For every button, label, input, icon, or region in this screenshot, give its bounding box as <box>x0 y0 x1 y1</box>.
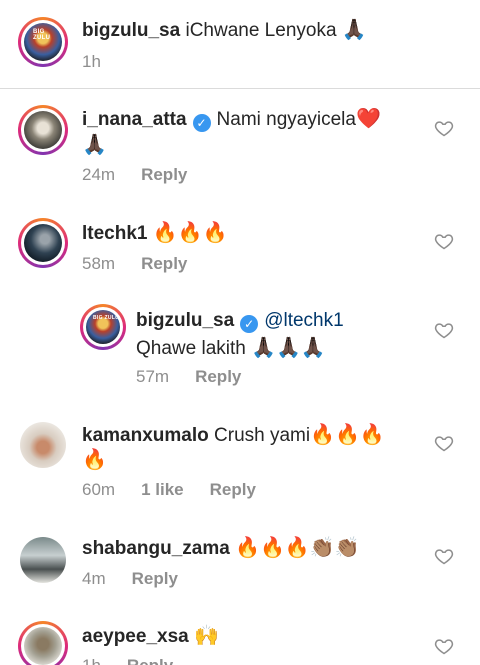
comment-row: aeypee_xsa 🙌 1h Reply <box>0 610 480 665</box>
username-link[interactable]: i_nana_atta <box>82 109 187 130</box>
username-link[interactable]: ltechk1 <box>82 223 147 244</box>
username-link[interactable]: kamanxumalo <box>82 425 209 446</box>
post-caption: BIG ZULU bigzulu_sa iChwane Lenyoka 🙏🏿 1… <box>0 0 480 89</box>
heart-outline-icon[interactable] <box>434 320 454 340</box>
comment-text: Nami ngyayicela <box>216 109 356 130</box>
username-link[interactable]: bigzulu_sa <box>136 310 234 331</box>
timestamp: 4m <box>82 569 106 588</box>
comment-emoji: 🙏🏿 <box>82 132 107 156</box>
reply-button[interactable]: Reply <box>141 165 187 185</box>
heart-outline-icon[interactable] <box>434 231 454 251</box>
comment-text: Crush yami <box>214 425 311 446</box>
timestamp: 57m <box>136 367 170 386</box>
avatar[interactable]: BIG ZULU <box>18 17 68 67</box>
verified-badge-icon: ✓ <box>192 114 211 132</box>
timestamp: 60m <box>82 480 116 499</box>
comment-emoji: 🙌 <box>194 623 219 647</box>
avatar[interactable] <box>18 105 68 155</box>
username-link[interactable]: aeypee_xsa <box>82 626 189 647</box>
timestamp: 58m <box>82 254 116 273</box>
verified-badge-icon: ✓ <box>240 315 259 333</box>
avatar[interactable] <box>18 218 68 268</box>
reply-button[interactable]: Reply <box>141 254 187 274</box>
comment-emoji: 🔥🔥🔥 <box>152 220 228 244</box>
timestamp: 24m <box>82 165 116 184</box>
comment-row: i_nana_atta ✓ Nami ngyayicela❤️ 🙏🏿 24m Repl… <box>0 88 480 198</box>
avatar[interactable] <box>18 535 68 585</box>
avatar[interactable] <box>18 420 68 470</box>
comment-emoji: 🔥 <box>82 447 107 471</box>
comment-emoji: 🙏🏿🙏🏿🙏🏿 <box>251 335 326 359</box>
timestamp: 1h <box>82 656 101 665</box>
heart-outline-icon[interactable] <box>434 433 454 453</box>
username-link[interactable]: shabangu_zama <box>82 538 230 559</box>
avatar[interactable]: BIG ZULU <box>80 304 126 350</box>
comment-emoji: 🔥🔥🔥 <box>310 422 385 446</box>
caption-text: iChwane Lenyoka <box>185 20 337 41</box>
comment-emoji: 🔥🔥🔥👏🏽👏🏽 <box>235 535 360 559</box>
username-link[interactable]: bigzulu_sa <box>82 20 180 41</box>
heart-emoji: ❤️ <box>355 106 381 130</box>
comment-row: kamanxumalo Crush yami🔥🔥🔥 🔥 60m 1 like Rep… <box>0 400 480 518</box>
avatar[interactable] <box>18 621 68 665</box>
reply-button[interactable]: Reply <box>127 656 173 665</box>
comment-row: shabangu_zama 🔥🔥🔥👏🏽👏🏽 4m Reply <box>0 518 480 610</box>
mention-link[interactable]: @ltechk1 <box>264 310 344 331</box>
heart-outline-icon[interactable] <box>434 118 454 138</box>
reply-button[interactable]: Reply <box>132 569 178 589</box>
reply-button[interactable]: Reply <box>210 480 256 500</box>
heart-outline-icon[interactable] <box>434 636 454 656</box>
likes-count[interactable]: 1 like <box>141 480 184 500</box>
comment-text: Qhawe lakith <box>136 338 246 359</box>
reply-button[interactable]: Reply <box>195 367 241 387</box>
reply-comment-row: BIG ZULU bigzulu_sa ✓ @ltechk1 Qhawe lakit… <box>0 290 480 400</box>
caption-emoji: 🙏🏿 <box>341 17 367 41</box>
heart-outline-icon[interactable] <box>434 546 454 566</box>
comment-row: ltechk1 🔥🔥🔥 58m Reply <box>0 198 480 290</box>
timestamp: 1h <box>82 52 101 71</box>
